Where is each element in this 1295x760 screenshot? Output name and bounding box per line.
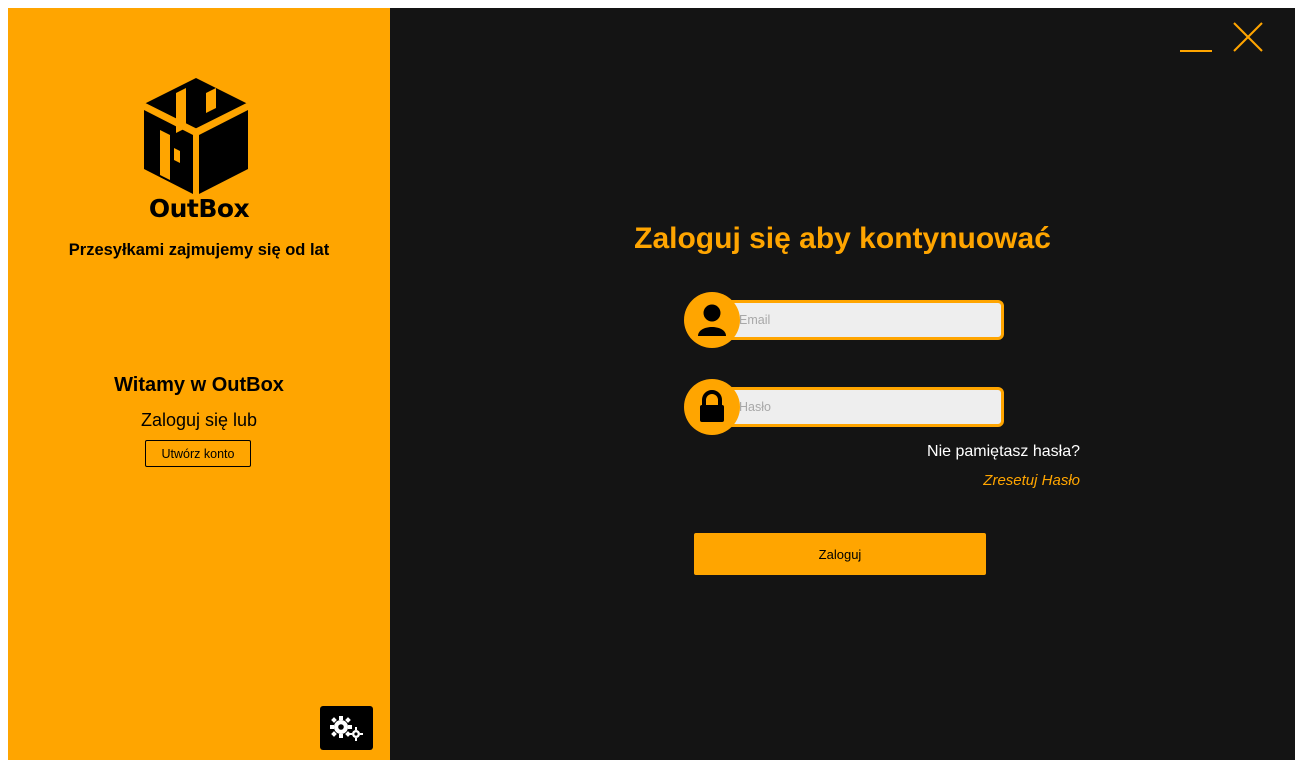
brand-name: OutBox — [148, 194, 250, 223]
login-button[interactable]: Zaloguj — [694, 533, 986, 575]
app-window: OutBox Przesyłkami zajmujemy się od lat … — [8, 8, 1295, 760]
welcome-subtitle: Zaloguj się lub — [140, 410, 258, 430]
login-panel: Zaloguj się aby kontynuować Nie pamiętas… — [390, 8, 1295, 760]
email-input[interactable] — [708, 300, 1004, 340]
minimize-icon[interactable] — [1176, 20, 1216, 54]
forgot-password-text: Nie pamiętasz hasła? — [927, 443, 1080, 460]
lock-icon — [684, 379, 740, 435]
email-field-group — [684, 292, 1006, 348]
box-logo-icon — [143, 78, 249, 194]
sidebar: OutBox Przesyłkami zajmujemy się od lat … — [8, 8, 390, 760]
password-input[interactable] — [708, 387, 1004, 427]
close-icon[interactable] — [1228, 20, 1268, 54]
create-account-button[interactable]: Utwórz konto — [145, 440, 251, 467]
login-heading: Zaloguj się aby kontynuować — [634, 222, 1051, 255]
reset-password-link[interactable]: Zresetuj Hasło — [860, 472, 1080, 489]
brand-tagline: Przesyłkami zajmujemy się od lat — [68, 241, 330, 259]
password-field-group — [684, 379, 1006, 435]
user-icon — [684, 292, 740, 348]
settings-button[interactable] — [320, 706, 373, 750]
welcome-title: Witamy w OutBox — [114, 374, 284, 396]
gears-icon — [329, 716, 363, 741]
